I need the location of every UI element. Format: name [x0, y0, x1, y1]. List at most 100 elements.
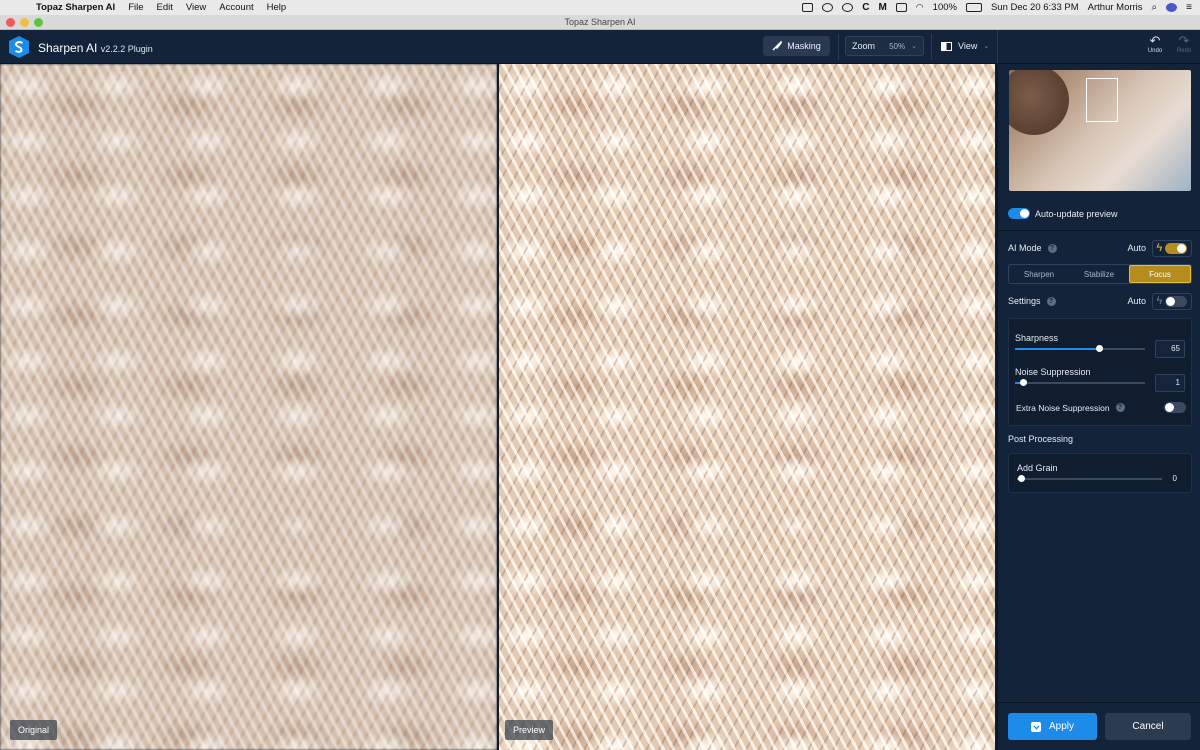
noise-suppression-slider-knob[interactable] — [1020, 379, 1027, 386]
post-processing-label: Post Processing — [1008, 434, 1074, 444]
camera-icon[interactable] — [802, 3, 814, 12]
lightning-bolt-icon: ϟ — [1156, 295, 1163, 307]
toolbar-divider — [997, 30, 998, 64]
view-dropdown[interactable]: View ⌄ — [938, 36, 993, 56]
brush-icon — [772, 41, 782, 51]
c-icon[interactable]: C — [862, 2, 869, 13]
wifi-icon[interactable]: ◠ — [916, 2, 924, 13]
original-image-pane[interactable] — [0, 64, 497, 750]
ai-mode-auto-switch[interactable] — [1165, 242, 1188, 254]
noise-suppression-slider[interactable] — [1015, 379, 1145, 386]
split-view-icon — [941, 41, 952, 51]
apply-check-icon — [1030, 721, 1041, 732]
cloud-icon[interactable] — [822, 3, 834, 12]
zoom-dropdown[interactable]: Zoom 50% ⌄ — [845, 36, 924, 56]
cancel-button[interactable]: Cancel — [1105, 713, 1191, 740]
mode-focus-button[interactable]: Focus — [1129, 265, 1191, 283]
zoom-window-button[interactable] — [34, 18, 43, 27]
battery-percent: 100% — [932, 2, 957, 13]
zoom-value: 50% — [889, 41, 906, 51]
chevron-down-icon: ⌄ — [983, 43, 990, 50]
help-icon[interactable]: ? — [1046, 296, 1056, 306]
settings-label: Settings — [1008, 296, 1041, 306]
extra-noise-row: Extra Noise Suppression ? — [1016, 402, 1186, 413]
lightning-bolt-icon: ϟ — [1156, 242, 1163, 254]
menubar-datetime[interactable]: Sun Dec 20 6:33 PM — [991, 2, 1079, 13]
undo-button[interactable]: ↶ Undo — [1143, 33, 1167, 55]
preview-image-pane[interactable] — [499, 64, 995, 750]
mode-sharpen-button[interactable]: Sharpen — [1009, 265, 1069, 283]
redo-arrow-icon: ↷ — [1178, 33, 1190, 48]
app-title: Sharpen AI v2.2.2 Plugin — [38, 41, 153, 55]
help-icon[interactable]: ? — [1047, 243, 1057, 253]
minimize-window-button[interactable] — [20, 18, 29, 27]
navigator-thumbnail[interactable] — [1009, 70, 1191, 191]
settings-auto-label: Auto — [1127, 296, 1146, 306]
s-badge-icon[interactable] — [842, 3, 854, 12]
navigator-viewport-rect[interactable] — [1086, 78, 1118, 122]
ai-mode-auto-label: Auto — [1127, 243, 1146, 253]
status-icons: C M ◠ 100% Sun Dec 20 6:33 PM Arthur Mor… — [802, 0, 1192, 15]
menu-account[interactable]: Account — [219, 2, 253, 13]
ai-mode-row: AI Mode ? Auto ϟ — [1008, 239, 1192, 257]
siri-icon[interactable] — [1166, 3, 1178, 12]
sharpness-value-input[interactable]: 65 — [1155, 340, 1185, 358]
divider — [998, 702, 1200, 703]
ai-mode-selector: Sharpen Stabilize Focus — [1008, 264, 1192, 284]
sharpness-label: Sharpness — [1015, 333, 1059, 343]
menu-edit[interactable]: Edit — [157, 2, 173, 13]
undo-label: Undo — [1147, 48, 1163, 54]
app-toolbar: Sharpen AI v2.2.2 Plugin Masking Zoom 50… — [0, 30, 1200, 64]
masking-button[interactable]: Masking — [763, 36, 830, 56]
original-label: Original — [10, 720, 58, 740]
keyboard-icon[interactable] — [895, 3, 907, 12]
menu-view[interactable]: View — [186, 2, 206, 13]
control-center-icon[interactable]: ≡ — [1186, 2, 1192, 13]
settings-auto-toggle[interactable]: ϟ — [1152, 292, 1192, 310]
view-label: View — [958, 41, 978, 51]
m-icon[interactable]: M — [878, 2, 886, 13]
menubar-user[interactable]: Arthur Morris — [1088, 2, 1143, 13]
sharpness-slider-fill — [1015, 348, 1099, 350]
auto-update-toggle[interactable] — [1008, 208, 1030, 219]
redo-label: Redo — [1176, 48, 1192, 54]
ai-mode-label: AI Mode — [1008, 243, 1042, 253]
ai-mode-auto-toggle[interactable]: ϟ — [1152, 239, 1192, 257]
redo-button[interactable]: ↷ Redo — [1172, 33, 1196, 55]
settings-auto-switch[interactable] — [1165, 295, 1188, 307]
navigator-subject — [1009, 70, 1069, 135]
help-icon[interactable]: ? — [1115, 403, 1125, 412]
battery-icon[interactable] — [965, 3, 982, 12]
add-grain-value[interactable]: 0 — [1173, 474, 1177, 483]
spotlight-search-icon[interactable]: ⌕ — [1152, 2, 1158, 13]
noise-suppression-value-input[interactable]: 1 — [1155, 374, 1185, 392]
app-title-name: Sharpen AI — [38, 41, 98, 55]
settings-card: Sharpness 65 Noise Suppression 1 Extra N… — [1008, 318, 1192, 426]
window-title: Topaz Sharpen AI — [564, 17, 636, 27]
menu-bar: Topaz Sharpen AI File Edit View Account … — [0, 0, 1200, 15]
sharpen-ai-logo-icon — [9, 36, 29, 58]
extra-noise-suppression-toggle[interactable] — [1164, 402, 1186, 413]
window-title-bar: Topaz Sharpen AI — [0, 15, 1200, 30]
masking-label: Masking — [787, 41, 821, 51]
sharpness-slider[interactable] — [1015, 345, 1145, 352]
add-grain-slider-knob[interactable] — [1018, 475, 1025, 482]
undo-arrow-icon: ↶ — [1149, 33, 1161, 48]
menu-app-name[interactable]: Topaz Sharpen AI — [36, 2, 115, 13]
menu-help[interactable]: Help — [267, 2, 287, 13]
sharpness-slider-knob[interactable] — [1096, 345, 1103, 352]
add-grain-label: Add Grain — [1017, 463, 1058, 473]
menu-file[interactable]: File — [128, 2, 143, 13]
mode-stabilize-button[interactable]: Stabilize — [1069, 265, 1129, 283]
apply-button[interactable]: Apply — [1008, 713, 1097, 740]
original-image — [0, 64, 497, 750]
post-processing-card: Add Grain 0 — [1008, 453, 1192, 493]
toolbar-divider — [931, 34, 932, 60]
auto-update-label: Auto-update preview — [1035, 208, 1118, 219]
add-grain-slider[interactable] — [1017, 475, 1162, 482]
preview-image — [499, 64, 995, 750]
close-window-button[interactable] — [6, 18, 15, 27]
chevron-down-icon: ⌄ — [911, 43, 917, 50]
zoom-label: Zoom — [852, 41, 876, 51]
app-version: v2.2.2 Plugin — [100, 44, 153, 54]
